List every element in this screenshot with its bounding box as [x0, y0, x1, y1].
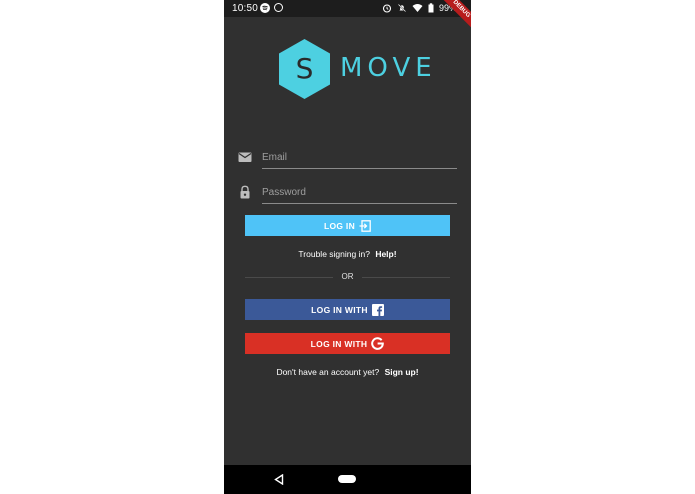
login-icon [359, 219, 371, 232]
app-logo: S MOVE [278, 38, 432, 100]
trouble-signing-in: Trouble signing in? Help! [224, 249, 471, 259]
whatsapp-icon [274, 3, 283, 12]
notifications-off-icon [397, 4, 406, 12]
spotify-icon [260, 3, 270, 13]
status-bar: 10:50 99% [224, 0, 471, 17]
or-text: OR [341, 272, 354, 281]
signup-prompt: Don't have an account yet? Sign up! [224, 367, 471, 377]
email-field-row [238, 146, 458, 170]
login-button-label: LOG IN [323, 220, 356, 231]
password-field-row [238, 181, 458, 205]
status-left-icons [260, 3, 283, 13]
logo-wordmark: MOVE [340, 53, 437, 83]
battery-icon [428, 3, 434, 13]
wifi-icon [412, 4, 423, 12]
login-button[interactable]: LOG IN [245, 215, 450, 236]
facebook-icon [371, 303, 384, 316]
google-button-label: LOG IN WITH [310, 338, 368, 349]
google-icon [371, 337, 385, 350]
help-link[interactable]: Help! [375, 249, 396, 259]
facebook-login-button[interactable]: LOG IN WITH [245, 299, 450, 320]
signup-link[interactable]: Sign up! [385, 367, 419, 377]
alarm-icon [382, 4, 392, 13]
google-login-button[interactable]: LOG IN WITH [245, 333, 450, 354]
facebook-button-label: LOG IN WITH [311, 304, 368, 315]
no-account-text: Don't have an account yet? [276, 367, 380, 377]
lock-icon [240, 185, 250, 199]
email-input[interactable] [262, 146, 457, 169]
navigation-bar [224, 465, 471, 494]
status-time: 10:50 [232, 3, 259, 14]
back-icon[interactable] [274, 474, 284, 485]
or-divider: OR [245, 271, 450, 283]
password-input[interactable] [262, 181, 457, 204]
app-screen: 10:50 99% DEBUG S MOVE Email LOG IN Trou… [224, 0, 471, 494]
home-button[interactable] [338, 475, 356, 483]
status-right-icons: 99% [382, 3, 457, 13]
email-icon [238, 152, 252, 162]
trouble-text: Trouble signing in? [298, 249, 370, 259]
logo-letter: S [295, 52, 314, 85]
